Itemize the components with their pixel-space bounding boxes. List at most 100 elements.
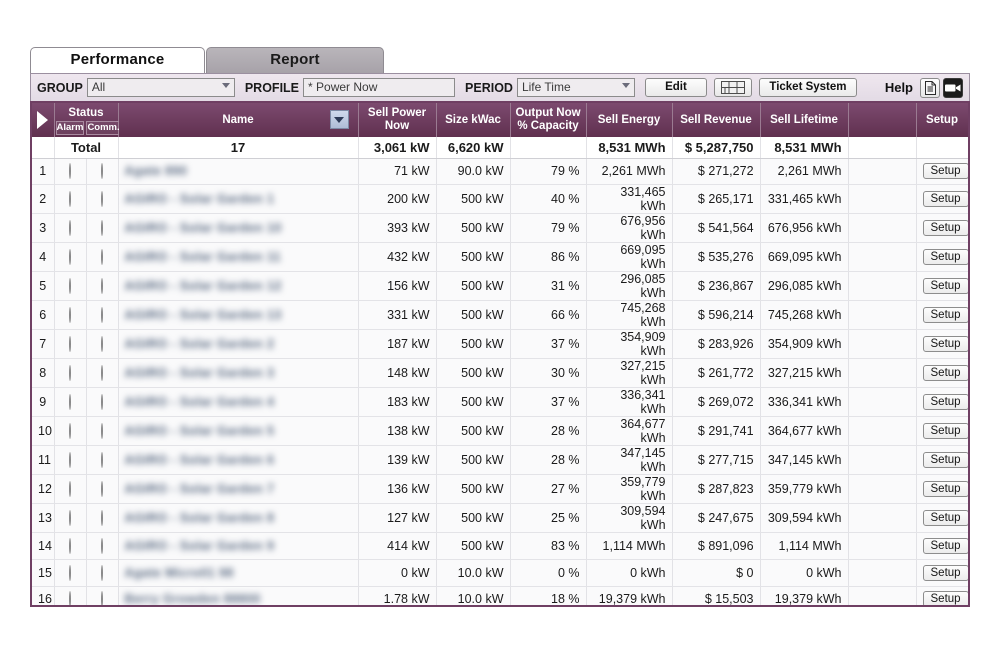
site-name-cell[interactable]: AGIRO - Solar Garden 10: [118, 214, 358, 243]
profile-select[interactable]: * Power Now: [303, 78, 455, 97]
setup-cell: Setup: [916, 301, 968, 330]
setup-cell: Setup: [916, 359, 968, 388]
setup-button[interactable]: Setup: [923, 423, 969, 439]
name-filter-dropdown-button[interactable]: [330, 110, 349, 129]
sell-energy-cell: 669,095 kWh: [586, 243, 672, 272]
output-now-pct-cell: 79 %: [510, 214, 586, 243]
table-row[interactable]: 2AGIRO - Solar Garden 1200 kW500 kW40 %3…: [32, 185, 968, 214]
table-row[interactable]: 8AGIRO - Solar Garden 3148 kW500 kW30 %3…: [32, 359, 968, 388]
table-row[interactable]: 9AGIRO - Solar Garden 4183 kW500 kW37 %3…: [32, 388, 968, 417]
help-video-button[interactable]: [943, 78, 963, 98]
sell-revenue-cell: $ 535,276: [672, 243, 760, 272]
setup-cell: Setup: [916, 559, 968, 586]
table-row[interactable]: 7AGIRO - Solar Garden 2187 kW500 kW37 %3…: [32, 330, 968, 359]
spacer-cell: [848, 272, 916, 301]
table-row[interactable]: 5AGIRO - Solar Garden 12156 kW500 kW31 %…: [32, 272, 968, 301]
sell-power-now-column-header[interactable]: Sell Power Now: [358, 103, 436, 137]
site-name-cell[interactable]: Agate 890: [118, 158, 358, 185]
comm-status-led: [101, 538, 103, 554]
grid-layout-button[interactable]: [714, 78, 752, 97]
document-icon: [925, 81, 936, 95]
sell-energy-cell: 2,261 MWh: [586, 158, 672, 185]
table-row[interactable]: 10AGIRO - Solar Garden 5138 kW500 kW28 %…: [32, 417, 968, 446]
sell-lifetime-cell: 364,677 kWh: [760, 417, 848, 446]
size-kwac-cell: 500 kW: [436, 214, 510, 243]
setup-button[interactable]: Setup: [923, 220, 969, 236]
site-name-cell[interactable]: AGIRO - Solar Garden 8: [118, 504, 358, 533]
period-label: PERIOD: [465, 81, 513, 95]
comm-status-led: [101, 191, 103, 207]
setup-button[interactable]: Setup: [923, 307, 969, 323]
setup-button[interactable]: Setup: [923, 481, 969, 497]
setup-button[interactable]: Setup: [923, 278, 969, 294]
sell-lifetime-cell: 0 kWh: [760, 559, 848, 586]
table-row[interactable]: 13AGIRO - Solar Garden 8127 kW500 kW25 %…: [32, 504, 968, 533]
table-row[interactable]: 15Agate Micro01 980 kW10.0 kW0 %0 kWh$ 0…: [32, 559, 968, 586]
table-row[interactable]: 16Berry Growden 888001.78 kW10.0 kW18 %1…: [32, 586, 968, 607]
spacer-cell: [848, 158, 916, 185]
site-name-cell[interactable]: AGIRO - Solar Garden 11: [118, 243, 358, 272]
comm-status-led: [101, 591, 103, 607]
setup-button[interactable]: Setup: [923, 591, 969, 607]
row-index: 9: [32, 388, 54, 417]
sell-lifetime-column-header[interactable]: Sell Lifetime: [760, 103, 848, 137]
expand-column-header[interactable]: [32, 103, 54, 137]
site-name-cell[interactable]: AGIRO - Solar Garden 2: [118, 330, 358, 359]
sell-lifetime-cell: 347,145 kWh: [760, 446, 848, 475]
site-name-cell[interactable]: AGIRO - Solar Garden 1: [118, 185, 358, 214]
setup-button[interactable]: Setup: [923, 538, 969, 554]
setup-button[interactable]: Setup: [923, 565, 969, 581]
comm-status-led: [101, 278, 103, 294]
site-name-label: AGIRO - Solar Garden 5: [125, 424, 275, 438]
setup-button[interactable]: Setup: [923, 365, 969, 381]
site-name-cell[interactable]: AGIRO - Solar Garden 12: [118, 272, 358, 301]
row-index: 10: [32, 417, 54, 446]
setup-button[interactable]: Setup: [923, 452, 969, 468]
table-row[interactable]: 11AGIRO - Solar Garden 6139 kW500 kW28 %…: [32, 446, 968, 475]
alarm-status-led: [69, 278, 71, 294]
size-kwac-column-header[interactable]: Size kWac: [436, 103, 510, 137]
setup-button[interactable]: Setup: [923, 394, 969, 410]
table-row[interactable]: 4AGIRO - Solar Garden 11432 kW500 kW86 %…: [32, 243, 968, 272]
site-name-cell[interactable]: AGIRO - Solar Garden 9: [118, 533, 358, 560]
table-row[interactable]: 3AGIRO - Solar Garden 10393 kW500 kW79 %…: [32, 214, 968, 243]
setup-button[interactable]: Setup: [923, 163, 969, 179]
table-row[interactable]: 14AGIRO - Solar Garden 9414 kW500 kW83 %…: [32, 533, 968, 560]
alarm-status-led: [69, 163, 71, 179]
alarm-status-cell: [54, 504, 86, 533]
sell-energy-column-header[interactable]: Sell Energy: [586, 103, 672, 137]
setup-button[interactable]: Setup: [923, 191, 969, 207]
site-name-cell[interactable]: AGIRO - Solar Garden 4: [118, 388, 358, 417]
edit-button[interactable]: Edit: [645, 78, 707, 97]
setup-button[interactable]: Setup: [923, 336, 969, 352]
alarm-status-led: [69, 565, 71, 581]
period-select[interactable]: Life Time: [517, 78, 635, 97]
site-name-cell[interactable]: AGIRO - Solar Garden 7: [118, 475, 358, 504]
site-name-cell[interactable]: Agate Micro01 98: [118, 559, 358, 586]
sell-revenue-column-header[interactable]: Sell Revenue: [672, 103, 760, 137]
tab-performance[interactable]: Performance: [30, 47, 205, 73]
row-index: 15: [32, 559, 54, 586]
name-column-header[interactable]: Name: [118, 103, 358, 137]
size-kwac-cell: 500 kW: [436, 272, 510, 301]
setup-button[interactable]: Setup: [923, 249, 969, 265]
site-name-cell[interactable]: AGIRO - Solar Garden 6: [118, 446, 358, 475]
tab-report[interactable]: Report: [206, 47, 384, 73]
help-document-button[interactable]: [920, 78, 940, 98]
table-row[interactable]: 12AGIRO - Solar Garden 7136 kW500 kW27 %…: [32, 475, 968, 504]
output-now-pct-column-header[interactable]: Output Now % Capacity: [510, 103, 586, 137]
performance-table-container[interactable]: Status Alarm Comm. Name Sell Power Now S: [30, 101, 970, 607]
site-name-cell[interactable]: Berry Growden 88800: [118, 586, 358, 607]
site-name-cell[interactable]: AGIRO - Solar Garden 5: [118, 417, 358, 446]
site-name-cell[interactable]: AGIRO - Solar Garden 13: [118, 301, 358, 330]
alarm-status-cell: [54, 559, 86, 586]
group-select[interactable]: All: [87, 78, 235, 97]
site-name-cell[interactable]: AGIRO - Solar Garden 3: [118, 359, 358, 388]
chevron-down-icon: [622, 83, 630, 88]
table-row[interactable]: 1Agate 89071 kW90.0 kW79 %2,261 MWh$ 271…: [32, 158, 968, 185]
ticket-system-button[interactable]: Ticket System: [759, 78, 857, 97]
sell-power-now-cell: 432 kW: [358, 243, 436, 272]
table-row[interactable]: 6AGIRO - Solar Garden 13331 kW500 kW66 %…: [32, 301, 968, 330]
alarm-status-cell: [54, 330, 86, 359]
setup-button[interactable]: Setup: [923, 510, 969, 526]
